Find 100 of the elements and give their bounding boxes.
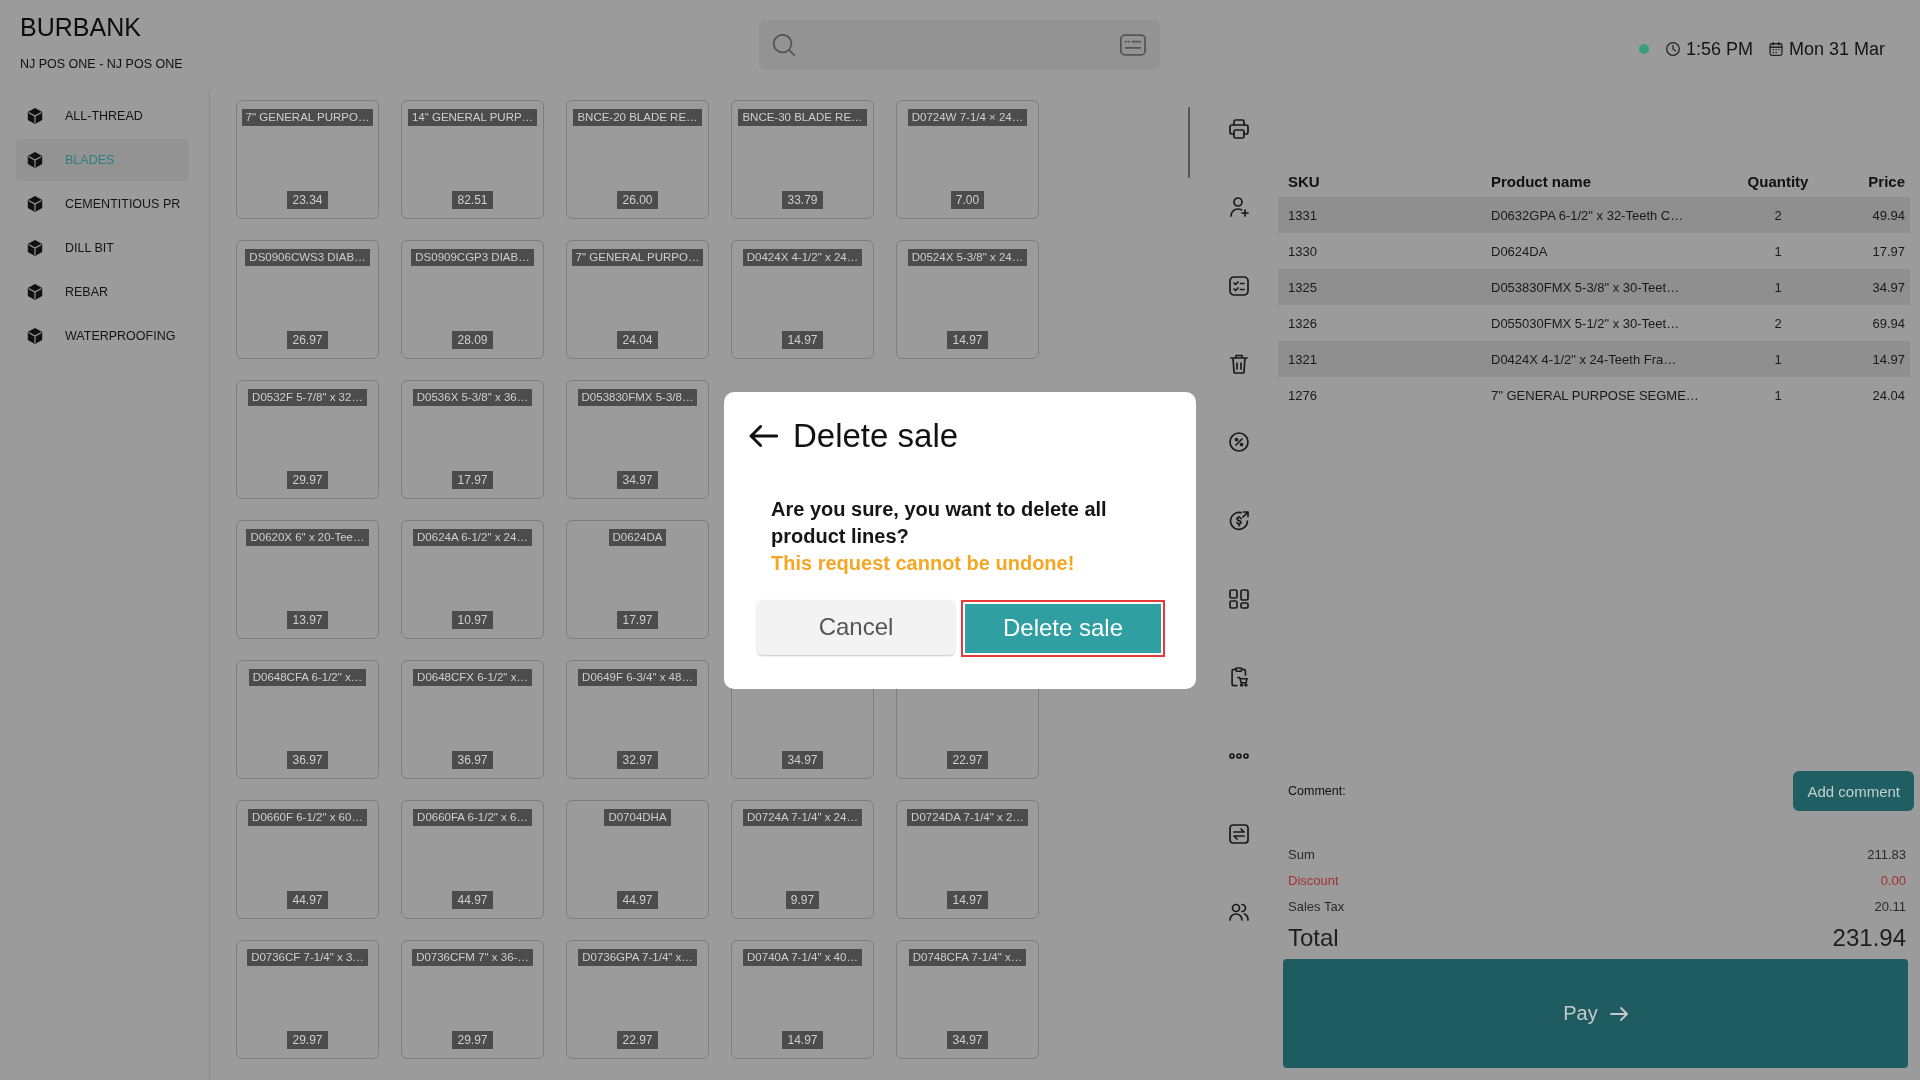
product-price: 28.09 bbox=[452, 331, 493, 349]
product-name: D0736CFM 7" x 36-… bbox=[412, 949, 533, 966]
dialog-title: Delete sale bbox=[793, 415, 959, 456]
add-comment-button[interactable]: Add comment bbox=[1793, 771, 1914, 811]
table-cell: 2 bbox=[1774, 207, 1782, 223]
product-name: D0648CFX 6-1/2" x… bbox=[413, 669, 532, 686]
table-cell-text: 24.04 bbox=[1872, 387, 1906, 403]
product-name: D0624DA bbox=[608, 529, 667, 546]
discount-label: Discount bbox=[1288, 872, 1339, 888]
product-name: D0704DHA bbox=[604, 809, 671, 826]
product-name: D0624A 6-1/2" x 24… bbox=[413, 529, 532, 546]
pay-button[interactable]: Pay bbox=[1283, 959, 1908, 1068]
scrollbar-thumb[interactable] bbox=[1188, 107, 1190, 178]
total-value: 231.94 bbox=[1832, 924, 1906, 952]
product-name: 14" GENERAL PURP… bbox=[407, 109, 538, 126]
product-price: 14.97 bbox=[947, 331, 988, 349]
product-price: 14.97 bbox=[782, 331, 823, 349]
column-header: Product name bbox=[1490, 172, 1592, 190]
product-price: 17.97 bbox=[452, 471, 493, 489]
cancel-button[interactable]: Cancel bbox=[757, 599, 955, 655]
table-cell-text: 1321 bbox=[1287, 351, 1317, 367]
product-name: D053830FMX 5-3/8… bbox=[577, 389, 698, 406]
product-name: D0660F 6-1/2" x 60… bbox=[248, 809, 367, 826]
grid-icon[interactable] bbox=[1229, 588, 1249, 609]
table-cell-text: D0424X 4-1/2" x 24-Teeth Fra… bbox=[1490, 351, 1677, 367]
table-cell-text: 1276 bbox=[1287, 387, 1317, 403]
total-label: Total bbox=[1288, 924, 1339, 952]
table-cell-text: 14.97 bbox=[1872, 351, 1906, 367]
product-price: 14.97 bbox=[947, 891, 988, 909]
product-name: D0660FA 6-1/2" x 6… bbox=[413, 809, 532, 826]
table-cell-text: 1331 bbox=[1287, 207, 1317, 223]
product-price: 14.97 bbox=[782, 1031, 823, 1049]
percent-icon[interactable] bbox=[1229, 432, 1249, 453]
product-name: D0736GPA 7-1/4" x… bbox=[578, 949, 697, 966]
swap-icon[interactable] bbox=[1229, 823, 1249, 844]
table-cell: 1 bbox=[1774, 387, 1782, 403]
category-item[interactable]: DILL BIT bbox=[16, 227, 189, 269]
discount-value: 0.00 bbox=[1880, 872, 1906, 888]
product-price: 44.97 bbox=[617, 891, 658, 909]
product-name: DS0906CWS3 DIAB… bbox=[245, 249, 370, 266]
table-cell: 1 bbox=[1774, 243, 1782, 259]
arrow-right-icon bbox=[1609, 1006, 1628, 1021]
product-price: 32.97 bbox=[617, 751, 658, 769]
table-cell-text: 34.97 bbox=[1872, 279, 1906, 295]
coin-arrow-icon[interactable] bbox=[1229, 510, 1249, 531]
product-price: 36.97 bbox=[287, 751, 328, 769]
product-price: 13.97 bbox=[287, 611, 328, 629]
table-cell-text: 49.94 bbox=[1872, 207, 1906, 223]
product-name: D0724DA 7-1/4" x 2… bbox=[907, 809, 1028, 826]
category-item[interactable]: ALL-THREAD bbox=[16, 95, 189, 137]
product-name: 7" GENERAL PURPO… bbox=[241, 109, 374, 126]
cube-icon bbox=[27, 240, 43, 256]
product-price: 33.79 bbox=[782, 191, 823, 209]
table-cell-text: D0624DA bbox=[1490, 243, 1548, 259]
user-plus-icon[interactable] bbox=[1229, 197, 1249, 218]
printer-icon[interactable] bbox=[1229, 119, 1249, 140]
product-name: D0748CFA 7-1/4" x… bbox=[908, 949, 1027, 966]
comment-label: Comment: bbox=[1288, 784, 1346, 798]
table-cell: 1 bbox=[1774, 279, 1782, 295]
summary-value: 20.11 bbox=[1874, 898, 1906, 914]
more-icon[interactable] bbox=[1229, 752, 1249, 759]
category-item[interactable]: CEMENTITIOUS PR bbox=[16, 183, 189, 225]
product-price: 26.97 bbox=[287, 331, 328, 349]
category-item[interactable]: WATERPROOFING bbox=[16, 315, 189, 357]
column-header: SKU bbox=[1287, 172, 1320, 190]
store-name: BURBANK bbox=[20, 12, 141, 42]
product-name: D0649F 6-3/4" x 48… bbox=[578, 669, 697, 686]
table-cell-text: 17.97 bbox=[1872, 243, 1906, 259]
checklist-icon[interactable] bbox=[1229, 275, 1249, 296]
table-cell-text: 7" GENERAL PURPOSE SEGME… bbox=[1490, 387, 1699, 403]
product-price: 26.00 bbox=[617, 191, 658, 209]
product-name: BNCE-20 BLADE RE… bbox=[573, 109, 702, 126]
product-price: 34.97 bbox=[617, 471, 658, 489]
clock-icon bbox=[1665, 42, 1680, 56]
category-item[interactable]: REBAR bbox=[16, 271, 189, 313]
clipboard-cart-icon[interactable] bbox=[1229, 667, 1249, 688]
product-name: BNCE-30 BLADE RE… bbox=[738, 109, 867, 126]
product-name: D0736CF 7-1/4" x 3… bbox=[247, 949, 368, 966]
summary-value: 211.83 bbox=[1867, 846, 1906, 862]
product-name: D0724W 7-1/4 × 24… bbox=[907, 109, 1028, 126]
product-price: 9.97 bbox=[785, 891, 820, 909]
product-price: 7.00 bbox=[950, 191, 985, 209]
users-icon[interactable] bbox=[1229, 902, 1249, 923]
table-cell-text: 1326 bbox=[1287, 315, 1317, 331]
product-price: 29.97 bbox=[287, 471, 328, 489]
product-price: 22.97 bbox=[617, 1031, 658, 1049]
back-arrow-icon[interactable] bbox=[749, 424, 778, 447]
table-cell-text: 1325 bbox=[1287, 279, 1317, 295]
column-header: Price bbox=[1868, 172, 1906, 190]
table-cell-text: 69.94 bbox=[1872, 315, 1906, 331]
summary-label: Sales Tax bbox=[1288, 898, 1345, 914]
trash-icon[interactable] bbox=[1229, 354, 1249, 375]
product-price: 17.97 bbox=[617, 611, 658, 629]
cube-icon bbox=[27, 284, 43, 300]
product-name: D0424X 4-1/2" x 24… bbox=[742, 249, 863, 266]
table-cell-text: 1330 bbox=[1287, 243, 1317, 259]
product-price: 23.34 bbox=[287, 191, 328, 209]
product-name: D0648CFA 6-1/2" x… bbox=[248, 669, 367, 686]
cube-icon bbox=[27, 108, 43, 124]
search-field[interactable] bbox=[759, 20, 1160, 70]
